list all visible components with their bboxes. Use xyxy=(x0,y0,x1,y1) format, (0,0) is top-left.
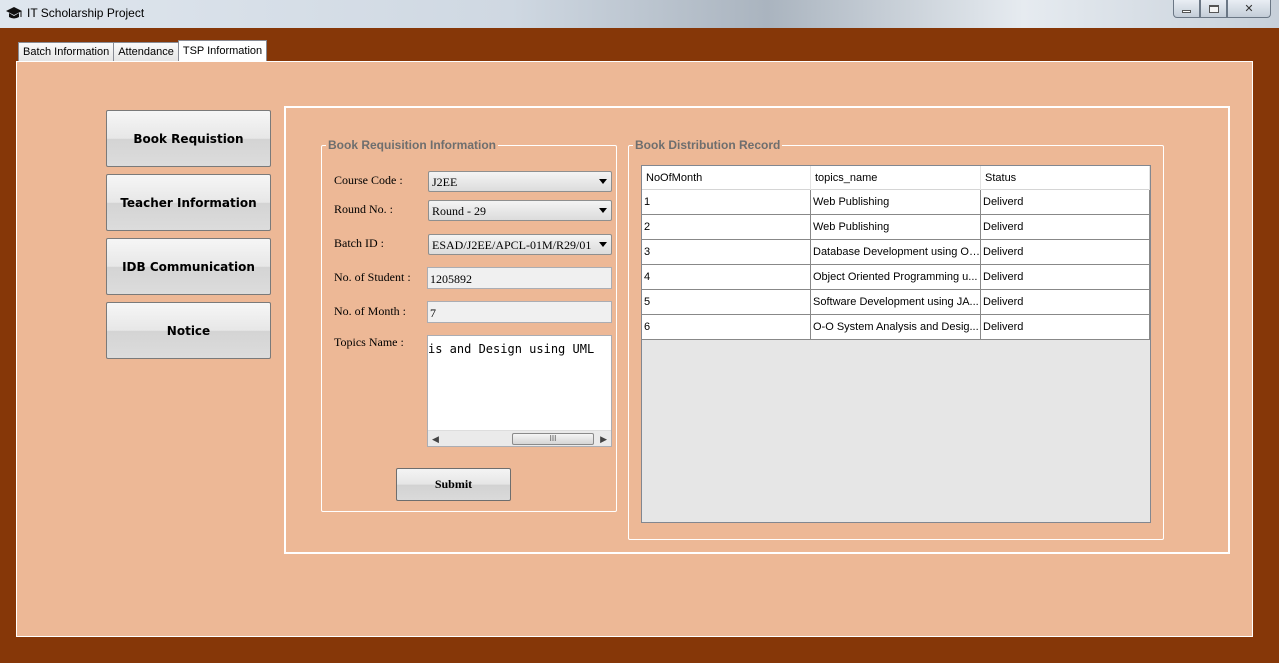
graduation-cap-icon xyxy=(6,7,22,19)
table-row[interactable]: 5 Software Development using JA... Deliv… xyxy=(642,290,1150,315)
cell-status: Deliverd xyxy=(981,315,1150,339)
horizontal-scrollbar[interactable]: ◀ III ▶ xyxy=(428,430,611,446)
tab-strip: Batch Information Attendance TSP Informa… xyxy=(18,40,268,62)
topics-label: Topics Name : xyxy=(334,335,404,349)
minimize-button[interactable] xyxy=(1173,0,1200,18)
cell-status: Deliverd xyxy=(981,240,1150,264)
batch-id-label: Batch ID : xyxy=(334,236,384,250)
tsp-information-panel: Book Requistion Teacher Information IDB … xyxy=(16,61,1253,637)
book-requisition-group: Book Requisition Information Course Code… xyxy=(321,138,617,512)
table-header: NoOfMonth topics_name Status xyxy=(642,166,1150,190)
title-bar: IT Scholarship Project ✕ xyxy=(0,0,1279,28)
month-field[interactable]: 7 xyxy=(427,301,612,323)
chevron-down-icon xyxy=(599,179,607,184)
batch-id-select[interactable]: ESAD/J2EE/APCL-01M/R29/01 xyxy=(428,234,612,255)
batch-id-value: ESAD/J2EE/APCL-01M/R29/01 xyxy=(432,238,592,252)
month-label: No. of Month : xyxy=(334,304,406,318)
students-field[interactable]: 1205892 xyxy=(427,267,612,289)
book-distribution-group: Book Distribution Record NoOfMonth topic… xyxy=(628,138,1164,540)
cell-status: Deliverd xyxy=(981,190,1150,214)
close-icon: ✕ xyxy=(1244,3,1254,15)
round-value: Round - 29 xyxy=(432,204,486,218)
book-requisition-button[interactable]: Book Requistion xyxy=(106,110,271,167)
table-row[interactable]: 4 Object Oriented Programming u... Deliv… xyxy=(642,265,1150,290)
tab-tsp-information[interactable]: TSP Information xyxy=(177,40,268,61)
maximize-button[interactable] xyxy=(1200,0,1227,18)
content-box: Book Requisition Information Course Code… xyxy=(284,106,1230,554)
cell-no-of-month: 6 xyxy=(642,315,811,339)
table-row[interactable]: 3 Database Development using Or... Deliv… xyxy=(642,240,1150,265)
cell-no-of-month: 2 xyxy=(642,215,811,239)
topics-text: is and Design using UML xyxy=(428,342,595,356)
table-row[interactable]: 6 O-O System Analysis and Desig... Deliv… xyxy=(642,315,1150,340)
book-distribution-legend: Book Distribution Record xyxy=(635,138,781,152)
scroll-thumb[interactable]: III xyxy=(512,433,594,445)
close-button[interactable]: ✕ xyxy=(1227,0,1271,18)
submit-button[interactable]: Submit xyxy=(396,468,511,501)
cell-status: Deliverd xyxy=(981,215,1150,239)
round-label: Round No. : xyxy=(334,202,394,216)
chevron-down-icon xyxy=(599,208,607,213)
window-controls: ✕ xyxy=(1173,0,1271,18)
cell-topics-name: O-O System Analysis and Desig... xyxy=(811,315,981,339)
table-row[interactable]: 2 Web Publishing Deliverd xyxy=(642,215,1150,240)
window-title: IT Scholarship Project xyxy=(27,6,145,20)
cell-topics-name: Object Oriented Programming u... xyxy=(811,265,981,289)
cell-topics-name: Web Publishing xyxy=(811,215,981,239)
cell-topics-name: Database Development using Or... xyxy=(811,240,981,264)
column-header-status[interactable]: Status xyxy=(981,166,1150,190)
cell-no-of-month: 5 xyxy=(642,290,811,314)
cell-status: Deliverd xyxy=(981,290,1150,314)
tab-attendance[interactable]: Attendance xyxy=(113,42,179,61)
column-header-topics-name[interactable]: topics_name xyxy=(811,166,981,190)
cell-topics-name: Software Development using JA... xyxy=(811,290,981,314)
notice-button[interactable]: Notice xyxy=(106,302,271,359)
course-code-select[interactable]: J2EE xyxy=(428,171,612,192)
tab-batch-information[interactable]: Batch Information xyxy=(18,42,115,61)
cell-no-of-month: 1 xyxy=(642,190,811,214)
course-code-label: Course Code : xyxy=(334,173,403,187)
table-row[interactable]: 1 Web Publishing Deliverd xyxy=(642,190,1150,215)
scroll-left-icon[interactable]: ◀ xyxy=(432,434,439,445)
topics-textarea[interactable]: is and Design using UML ◀ III ▶ xyxy=(427,335,612,447)
students-label: No. of Student : xyxy=(334,270,411,284)
chevron-down-icon xyxy=(599,242,607,247)
cell-status: Deliverd xyxy=(981,265,1150,289)
book-requisition-legend: Book Requisition Information xyxy=(328,138,496,152)
teacher-information-button[interactable]: Teacher Information xyxy=(106,174,271,231)
course-code-value: J2EE xyxy=(432,175,458,189)
maximize-icon xyxy=(1208,4,1219,13)
idb-communication-button[interactable]: IDB Communication xyxy=(106,238,271,295)
cell-topics-name: Web Publishing xyxy=(811,190,981,214)
minimize-icon xyxy=(1182,10,1191,13)
distribution-table[interactable]: NoOfMonth topics_name Status 1 Web Publi… xyxy=(641,165,1151,523)
round-select[interactable]: Round - 29 xyxy=(428,200,612,221)
scroll-right-icon[interactable]: ▶ xyxy=(600,434,607,445)
cell-no-of-month: 4 xyxy=(642,265,811,289)
column-header-no-of-month[interactable]: NoOfMonth xyxy=(642,166,811,190)
cell-no-of-month: 3 xyxy=(642,240,811,264)
